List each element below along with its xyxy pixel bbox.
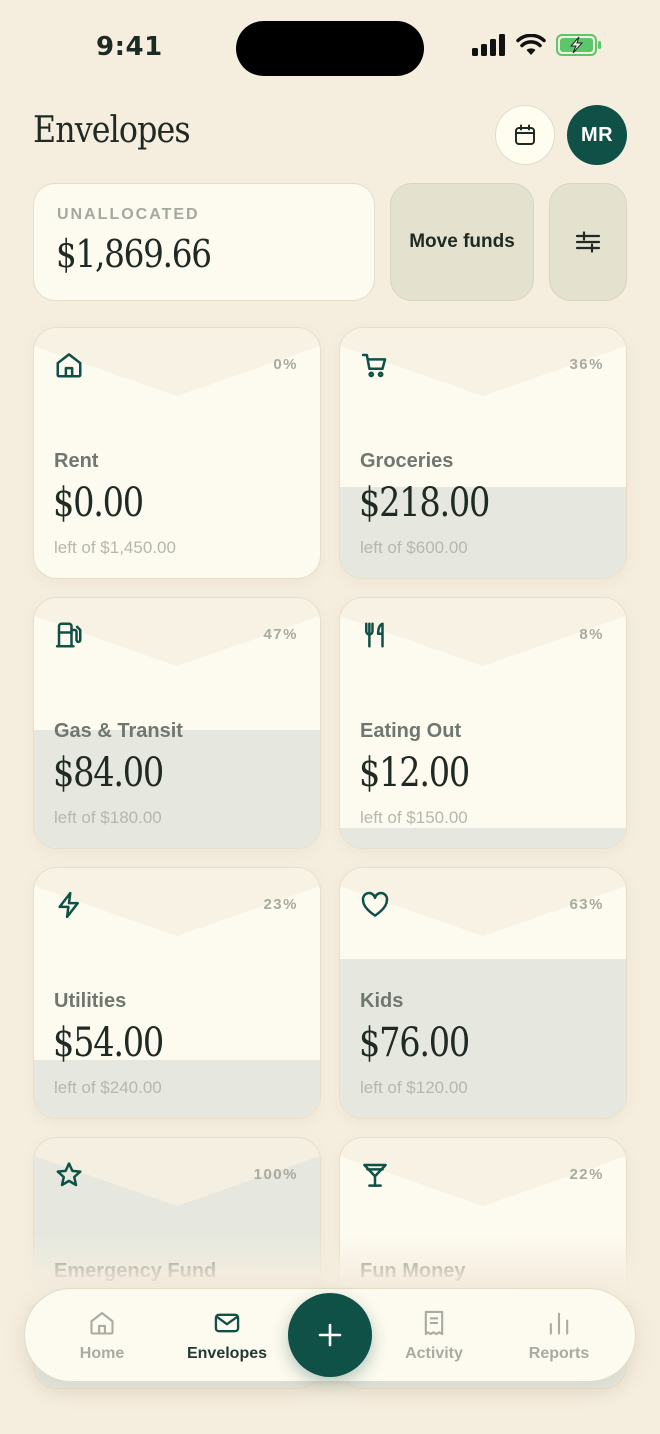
page-title: Envelopes bbox=[33, 110, 191, 151]
envelope-amount: $218.00 bbox=[359, 480, 490, 526]
envelope-card[interactable]: 47% Gas & Transit $84.00 left of $180.00 bbox=[33, 597, 321, 849]
envelope-name: Kids bbox=[360, 990, 404, 1012]
home-icon bbox=[90, 1312, 114, 1335]
envelope-remaining-fill bbox=[340, 828, 626, 848]
bar-chart-icon bbox=[549, 1312, 569, 1335]
envelope-card[interactable]: 36% Groceries $218.00 left of $600.00 bbox=[339, 327, 627, 579]
envelope-budget: left of $240.00 bbox=[54, 1078, 162, 1097]
fuel-icon bbox=[55, 622, 82, 648]
dynamic-island bbox=[236, 21, 424, 76]
envelope-percent: 36% bbox=[569, 356, 604, 373]
envelope-card[interactable]: 23% Utilities $54.00 left of $240.00 bbox=[33, 867, 321, 1119]
home-icon bbox=[56, 353, 82, 378]
envelope-percent: 63% bbox=[569, 896, 604, 913]
envelope-budget: left of $180.00 bbox=[54, 808, 162, 827]
envelope-percent: 100% bbox=[253, 1166, 298, 1183]
envelope-percent: 47% bbox=[263, 626, 298, 643]
nav-reports-label: Reports bbox=[528, 1345, 590, 1362]
unallocated-amount: $1,869.66 bbox=[56, 232, 212, 276]
envelope-budget: left of $1,450.00 bbox=[54, 538, 176, 557]
envelope-percent: 0% bbox=[273, 356, 298, 373]
nav-activity-label: Activity bbox=[405, 1345, 463, 1362]
envelope-name: Eating Out bbox=[360, 720, 462, 742]
envelope-amount: $0.00 bbox=[53, 480, 144, 526]
nav-home[interactable]: Home bbox=[55, 1289, 149, 1383]
envelope-name: Rent bbox=[54, 450, 99, 472]
nav-envelopes-label: Envelopes bbox=[186, 1345, 268, 1362]
envelope-budget: left of $150.00 bbox=[360, 808, 468, 827]
move-funds-button[interactable]: Move funds bbox=[390, 183, 534, 301]
envelope-name: Utilities bbox=[54, 990, 127, 1012]
unallocated-card: UNALLOCATED $1,869.66 bbox=[33, 183, 375, 301]
envelope-amount: $84.00 bbox=[53, 750, 164, 796]
signal-icon bbox=[472, 34, 505, 56]
envelope-budget: left of $120.00 bbox=[360, 1078, 468, 1097]
heart-icon bbox=[361, 891, 389, 917]
calendar-button[interactable] bbox=[495, 105, 555, 165]
envelope-name: Groceries bbox=[360, 450, 454, 472]
nav-reports[interactable]: Reports bbox=[512, 1289, 606, 1383]
plus-icon bbox=[318, 1323, 342, 1347]
status-bar: 9:41 bbox=[0, 0, 660, 96]
envelope-percent: 8% bbox=[579, 626, 604, 643]
nav-activity[interactable]: Activity bbox=[387, 1289, 481, 1383]
battery-icon bbox=[556, 34, 601, 56]
envelope-amount: $76.00 bbox=[359, 1020, 470, 1066]
wifi-icon bbox=[516, 34, 546, 55]
envelope-budget: left of $600.00 bbox=[360, 538, 468, 557]
avatar[interactable]: MR bbox=[567, 105, 627, 165]
status-time: 9:41 bbox=[96, 32, 163, 62]
calendar-icon bbox=[515, 124, 535, 145]
filter-button[interactable] bbox=[549, 183, 627, 301]
cocktail-icon bbox=[363, 1163, 387, 1187]
star-icon bbox=[56, 1162, 82, 1187]
envelope-card[interactable]: 8% Eating Out $12.00 left of $150.00 bbox=[339, 597, 627, 849]
receipt-icon bbox=[424, 1310, 444, 1336]
bolt-icon bbox=[58, 891, 79, 919]
envelope-card[interactable]: 0% Rent $0.00 left of $1,450.00 bbox=[33, 327, 321, 579]
envelope-card[interactable]: 63% Kids $76.00 left of $120.00 bbox=[339, 867, 627, 1119]
unallocated-label: UNALLOCATED bbox=[57, 206, 200, 223]
nav-envelopes[interactable]: Envelopes bbox=[175, 1289, 279, 1383]
add-button[interactable] bbox=[288, 1293, 372, 1377]
envelope-amount: $54.00 bbox=[53, 1020, 164, 1066]
utensils-icon bbox=[365, 622, 384, 648]
sliders-icon bbox=[575, 231, 601, 253]
envelope-name: Gas & Transit bbox=[54, 720, 183, 742]
envelope-amount: $12.00 bbox=[359, 750, 470, 796]
envelope-percent: 23% bbox=[263, 896, 298, 913]
cart-icon bbox=[361, 353, 387, 378]
envelope-icon bbox=[214, 1313, 240, 1333]
envelope-percent: 22% bbox=[569, 1166, 604, 1183]
nav-home-label: Home bbox=[79, 1345, 125, 1362]
